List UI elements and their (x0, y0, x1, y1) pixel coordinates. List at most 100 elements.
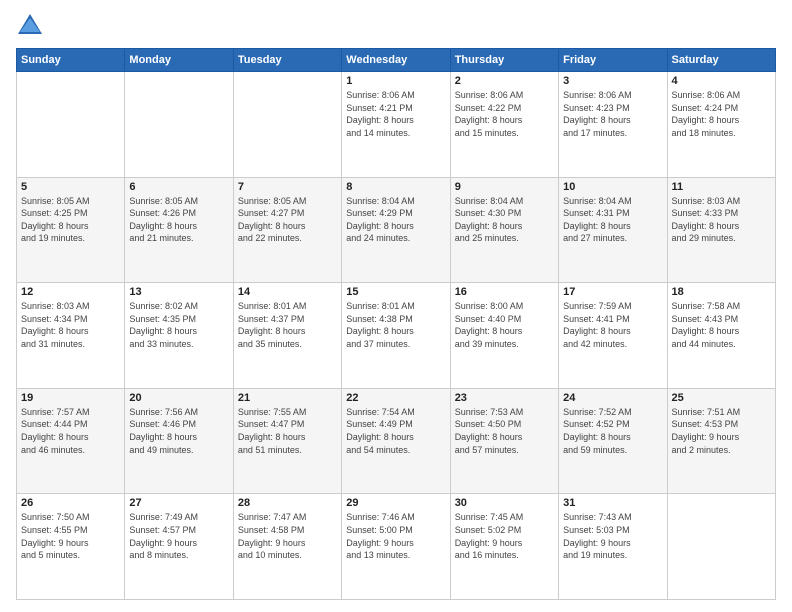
day-cell-3: 3Sunrise: 8:06 AM Sunset: 4:23 PM Daylig… (559, 72, 667, 178)
day-cell-2: 2 Sunrise: 8:06 AM Sunset: 4:22 PM Daylig… (450, 72, 558, 178)
day-info: Sunrise: 8:06 AM Sunset: 4:23 PM Dayligh… (563, 89, 662, 139)
day-info: Sunrise: 8:04 AM Sunset: 4:30 PM Dayligh… (455, 195, 554, 245)
day-number: 31 (563, 497, 662, 509)
day-cell-15: 15 Sunrise: 8:01 AM Sunset: 4:38 PM Dayli… (342, 283, 450, 389)
day-number: 18 (672, 286, 771, 298)
header (16, 12, 776, 40)
day-cell-26: 26Sunrise: 7:50 AM Sunset: 4:55 PM Dayli… (17, 494, 125, 600)
day-number: 19 (21, 392, 120, 404)
day-number: 13 (129, 286, 228, 298)
day-cell-24: 24 Sunrise: 7:52 AM Sunset: 4:52 PM Dayli… (559, 388, 667, 494)
day-number: 2 (455, 75, 554, 87)
day-number: 14 (238, 286, 337, 298)
day-number: 4 (672, 75, 771, 87)
empty-cell (17, 72, 125, 178)
day-cell-13: 13 Sunrise: 8:02 AM Sunset: 4:35 PM Dayli… (125, 283, 233, 389)
day-info: Sunrise: 8:06 AM Sunset: 4:21 PM Dayligh… (346, 89, 445, 139)
day-info: Sunrise: 8:04 AM Sunset: 4:31 PM Dayligh… (563, 195, 662, 245)
day-info: Sunrise: 7:55 AM Sunset: 4:47 PM Dayligh… (238, 406, 337, 456)
weekday-header-wednesday: Wednesday (342, 49, 450, 72)
day-number: 16 (455, 286, 554, 298)
day-number: 28 (238, 497, 337, 509)
day-info: Sunrise: 7:45 AM Sunset: 5:02 PM Dayligh… (455, 511, 554, 561)
day-cell-31: 31Sunrise: 7:43 AM Sunset: 5:03 PM Dayli… (559, 494, 667, 600)
day-number: 6 (129, 181, 228, 193)
day-number: 1 (346, 75, 445, 87)
empty-cell (125, 72, 233, 178)
day-number: 25 (672, 392, 771, 404)
day-cell-18: 18 Sunrise: 7:58 AM Sunset: 4:43 PM Dayli… (667, 283, 775, 389)
day-info: Sunrise: 8:01 AM Sunset: 4:38 PM Dayligh… (346, 300, 445, 350)
day-info: Sunrise: 8:06 AM Sunset: 4:24 PM Dayligh… (672, 89, 771, 139)
week-row-3: 12 Sunrise: 8:03 AM Sunset: 4:34 PM Dayli… (17, 283, 776, 389)
day-info: Sunrise: 8:05 AM Sunset: 4:25 PM Dayligh… (21, 195, 120, 245)
day-info: Sunrise: 7:51 AM Sunset: 4:53 PM Dayligh… (672, 406, 771, 456)
day-info: Sunrise: 8:05 AM Sunset: 4:27 PM Dayligh… (238, 195, 337, 245)
day-cell-22: 22Sunrise: 7:54 AM Sunset: 4:49 PM Dayli… (342, 388, 450, 494)
weekday-header-row: SundayMondayTuesdayWednesdayThursdayFrid… (17, 49, 776, 72)
day-number: 7 (238, 181, 337, 193)
day-info: Sunrise: 8:03 AM Sunset: 4:34 PM Dayligh… (21, 300, 120, 350)
day-cell-8: 8Sunrise: 8:04 AM Sunset: 4:29 PM Daylig… (342, 177, 450, 283)
day-info: Sunrise: 7:59 AM Sunset: 4:41 PM Dayligh… (563, 300, 662, 350)
day-number: 17 (563, 286, 662, 298)
weekday-header-sunday: Sunday (17, 49, 125, 72)
day-info: Sunrise: 7:57 AM Sunset: 4:44 PM Dayligh… (21, 406, 120, 456)
day-cell-19: 19 Sunrise: 7:57 AM Sunset: 4:44 PM Dayli… (17, 388, 125, 494)
day-info: Sunrise: 8:06 AM Sunset: 4:22 PM Dayligh… (455, 89, 554, 139)
day-cell-12: 12 Sunrise: 8:03 AM Sunset: 4:34 PM Dayli… (17, 283, 125, 389)
day-cell-11: 11 Sunrise: 8:03 AM Sunset: 4:33 PM Dayli… (667, 177, 775, 283)
day-info: Sunrise: 7:47 AM Sunset: 4:58 PM Dayligh… (238, 511, 337, 561)
day-info: Sunrise: 8:01 AM Sunset: 4:37 PM Dayligh… (238, 300, 337, 350)
day-number: 15 (346, 286, 445, 298)
day-number: 9 (455, 181, 554, 193)
day-number: 8 (346, 181, 445, 193)
day-info: Sunrise: 8:05 AM Sunset: 4:26 PM Dayligh… (129, 195, 228, 245)
day-info: Sunrise: 7:50 AM Sunset: 4:55 PM Dayligh… (21, 511, 120, 561)
day-number: 23 (455, 392, 554, 404)
day-info: Sunrise: 7:52 AM Sunset: 4:52 PM Dayligh… (563, 406, 662, 456)
day-number: 27 (129, 497, 228, 509)
day-info: Sunrise: 7:54 AM Sunset: 4:49 PM Dayligh… (346, 406, 445, 456)
day-cell-9: 9 Sunrise: 8:04 AM Sunset: 4:30 PM Daylig… (450, 177, 558, 283)
day-number: 29 (346, 497, 445, 509)
weekday-header-friday: Friday (559, 49, 667, 72)
day-number: 24 (563, 392, 662, 404)
day-cell-5: 5Sunrise: 8:05 AM Sunset: 4:25 PM Daylig… (17, 177, 125, 283)
weekday-header-tuesday: Tuesday (233, 49, 341, 72)
day-cell-25: 25 Sunrise: 7:51 AM Sunset: 4:53 PM Dayli… (667, 388, 775, 494)
weekday-header-thursday: Thursday (450, 49, 558, 72)
day-number: 12 (21, 286, 120, 298)
day-info: Sunrise: 7:46 AM Sunset: 5:00 PM Dayligh… (346, 511, 445, 561)
day-info: Sunrise: 7:58 AM Sunset: 4:43 PM Dayligh… (672, 300, 771, 350)
week-row-4: 19 Sunrise: 7:57 AM Sunset: 4:44 PM Dayli… (17, 388, 776, 494)
day-cell-23: 23 Sunrise: 7:53 AM Sunset: 4:50 PM Dayli… (450, 388, 558, 494)
day-cell-1: 1 Sunrise: 8:06 AM Sunset: 4:21 PM Daylig… (342, 72, 450, 178)
day-info: Sunrise: 8:03 AM Sunset: 4:33 PM Dayligh… (672, 195, 771, 245)
day-cell-27: 27 Sunrise: 7:49 AM Sunset: 4:57 PM Dayli… (125, 494, 233, 600)
day-cell-4: 4 Sunrise: 8:06 AM Sunset: 4:24 PM Daylig… (667, 72, 775, 178)
day-cell-20: 20 Sunrise: 7:56 AM Sunset: 4:46 PM Dayli… (125, 388, 233, 494)
day-cell-30: 30Sunrise: 7:45 AM Sunset: 5:02 PM Dayli… (450, 494, 558, 600)
day-info: Sunrise: 8:02 AM Sunset: 4:35 PM Dayligh… (129, 300, 228, 350)
day-number: 20 (129, 392, 228, 404)
day-info: Sunrise: 7:49 AM Sunset: 4:57 PM Dayligh… (129, 511, 228, 561)
day-number: 11 (672, 181, 771, 193)
day-info: Sunrise: 7:56 AM Sunset: 4:46 PM Dayligh… (129, 406, 228, 456)
weekday-header-saturday: Saturday (667, 49, 775, 72)
calendar-table: SundayMondayTuesdayWednesdayThursdayFrid… (16, 48, 776, 600)
day-cell-21: 21 Sunrise: 7:55 AM Sunset: 4:47 PM Dayli… (233, 388, 341, 494)
logo-icon (16, 12, 44, 40)
week-row-2: 5Sunrise: 8:05 AM Sunset: 4:25 PM Daylig… (17, 177, 776, 283)
day-cell-6: 6 Sunrise: 8:05 AM Sunset: 4:26 PM Daylig… (125, 177, 233, 283)
week-row-5: 26Sunrise: 7:50 AM Sunset: 4:55 PM Dayli… (17, 494, 776, 600)
day-info: Sunrise: 7:53 AM Sunset: 4:50 PM Dayligh… (455, 406, 554, 456)
day-cell-29: 29 Sunrise: 7:46 AM Sunset: 5:00 PM Dayli… (342, 494, 450, 600)
day-number: 10 (563, 181, 662, 193)
day-info: Sunrise: 8:00 AM Sunset: 4:40 PM Dayligh… (455, 300, 554, 350)
day-number: 21 (238, 392, 337, 404)
day-cell-16: 16 Sunrise: 8:00 AM Sunset: 4:40 PM Dayli… (450, 283, 558, 389)
day-cell-28: 28 Sunrise: 7:47 AM Sunset: 4:58 PM Dayli… (233, 494, 341, 600)
day-cell-7: 7 Sunrise: 8:05 AM Sunset: 4:27 PM Daylig… (233, 177, 341, 283)
weekday-header-monday: Monday (125, 49, 233, 72)
